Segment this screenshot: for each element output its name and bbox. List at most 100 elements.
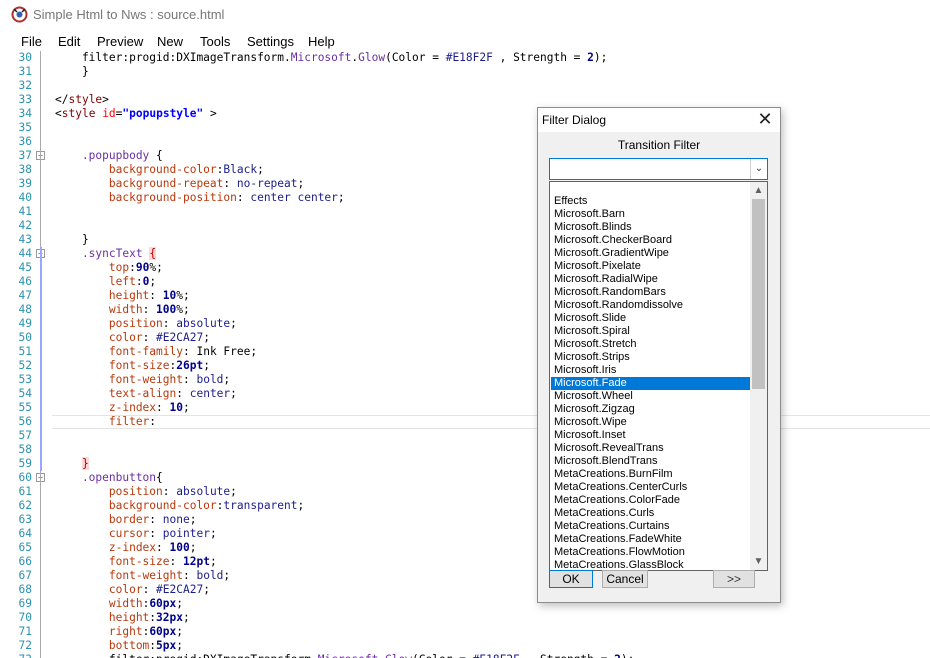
list-scrollbar[interactable]: ▲ ▼ (750, 182, 767, 570)
code-line[interactable]: 50 color: #E2CA27; (0, 331, 930, 345)
code-line[interactable]: 48 width: 100%; (0, 303, 930, 317)
code-line[interactable]: 44− .syncText { (0, 247, 930, 261)
code-line[interactable]: 32 (0, 79, 930, 93)
menu-tools[interactable]: Tools (200, 34, 230, 49)
list-item[interactable]: Microsoft.RadialWipe (551, 273, 751, 286)
code-line[interactable]: 34 <style id="popupstyle" > (0, 107, 930, 121)
code-line[interactable]: 70 height:32px; (0, 611, 930, 625)
list-item[interactable]: MetaCreations.FadeWhite (551, 533, 751, 546)
menu-new[interactable]: New (157, 34, 183, 49)
code-line[interactable]: 31 } (0, 65, 930, 79)
list-item[interactable]: MetaCreations.BurnFilm (551, 468, 751, 481)
code-line[interactable]: 64 cursor: pointer; (0, 527, 930, 541)
more-button[interactable]: >> (713, 570, 755, 588)
code-text: color: #E2CA27; (55, 331, 210, 344)
code-line[interactable]: 65 z-index: 100; (0, 541, 930, 555)
menu-preview[interactable]: Preview (97, 34, 143, 49)
list-item[interactable]: Microsoft.Fade (551, 377, 751, 390)
code-line[interactable]: 62 background-color:transparent; (0, 499, 930, 513)
list-item[interactable]: Microsoft.Spiral (551, 325, 751, 338)
menu-settings[interactable]: Settings (247, 34, 294, 49)
list-item[interactable]: Microsoft.RevealTrans (551, 442, 751, 455)
code-line[interactable]: 30 filter:progid:DXImageTransform.Micros… (0, 51, 930, 65)
code-line[interactable]: 55 z-index: 10; (0, 401, 930, 415)
code-line[interactable]: 51 font-family: Ink Free; (0, 345, 930, 359)
code-line[interactable]: 58 (0, 443, 930, 457)
chevron-down-icon[interactable]: ⌄ (750, 159, 767, 179)
code-line[interactable]: 54 text-align: center; (0, 387, 930, 401)
list-item[interactable]: Microsoft.Wipe (551, 416, 751, 429)
menu-help[interactable]: Help (308, 34, 335, 49)
list-item[interactable]: MetaCreations.CenterCurls (551, 481, 751, 494)
code-line[interactable]: 69 width:60px; (0, 597, 930, 611)
list-item[interactable]: Microsoft.BlendTrans (551, 455, 751, 468)
list-item[interactable]: Microsoft.Wheel (551, 390, 751, 403)
code-text: .openbutton{ (55, 471, 163, 484)
code-line[interactable]: 43 } (0, 233, 930, 247)
code-line[interactable]: 71 right:60px; (0, 625, 930, 639)
code-line[interactable]: 68 color: #E2CA27; (0, 583, 930, 597)
line-number: 64 (18, 527, 32, 540)
code-line[interactable]: 38 background-color:Black; (0, 163, 930, 177)
ok-button[interactable]: OK (549, 570, 593, 588)
code-line[interactable]: 33 </style> (0, 93, 930, 107)
code-line[interactable]: 46 left:0; (0, 275, 930, 289)
line-number: 61 (18, 485, 32, 498)
list-item[interactable]: MetaCreations.Curls (551, 507, 751, 520)
code-line[interactable]: 66 font-size: 12pt; (0, 555, 930, 569)
code-line[interactable]: 35 (0, 121, 930, 135)
code-line[interactable]: 52 font-size:26pt; (0, 359, 930, 373)
menu-edit[interactable]: Edit (58, 34, 80, 49)
code-line[interactable]: 49 position: absolute; (0, 317, 930, 331)
scroll-down-icon[interactable]: ▼ (750, 553, 767, 570)
code-line[interactable]: 45 top:90%; (0, 261, 930, 275)
code-line[interactable]: 61 position: absolute; (0, 485, 930, 499)
close-icon[interactable]: ✕ (754, 110, 776, 130)
code-line[interactable]: 42 (0, 219, 930, 233)
list-item[interactable]: MetaCreations.Curtains (551, 520, 751, 533)
code-line[interactable]: 40 background-position: center center; (0, 191, 930, 205)
code-line[interactable]: 37− .popupbody { (0, 149, 930, 163)
code-line[interactable]: 36 (0, 135, 930, 149)
code-line[interactable]: 63 border: none; (0, 513, 930, 527)
list-item[interactable]: Microsoft.Inset (551, 429, 751, 442)
list-item[interactable]: Microsoft.Slide (551, 312, 751, 325)
list-item[interactable]: Microsoft.Randomdissolve (551, 299, 751, 312)
code-line[interactable]: 67 font-weight: bold; (0, 569, 930, 583)
list-item[interactable]: Microsoft.Zigzag (551, 403, 751, 416)
list-item[interactable]: Microsoft.Iris (551, 364, 751, 377)
code-line[interactable]: 56 filter: (0, 415, 930, 429)
code-line[interactable]: 72 bottom:5px; (0, 639, 930, 653)
code-line[interactable]: 59 } (0, 457, 930, 471)
code-line[interactable]: 57 (0, 429, 930, 443)
list-item[interactable]: Microsoft.RandomBars (551, 286, 751, 299)
list-item[interactable]: Microsoft.Pixelate (551, 260, 751, 273)
code-text: font-size:26pt; (55, 359, 210, 372)
list-item[interactable]: Microsoft.CheckerBoard (551, 234, 751, 247)
list-item[interactable]: MetaCreations.ColorFade (551, 494, 751, 507)
list-item[interactable]: Microsoft.Barn (551, 208, 751, 221)
transition-filter-combo[interactable]: ⌄ (549, 158, 768, 180)
line-number: 59 (18, 457, 32, 470)
list-item[interactable]: MetaCreations.FlowMotion (551, 546, 751, 559)
scroll-thumb[interactable] (752, 199, 765, 389)
list-item[interactable] (551, 182, 751, 195)
filter-dropdown-list[interactable]: MetaCreations.GlassBlock MetaCreations.Fl… (549, 181, 768, 571)
code-line[interactable]: 73 filter:progid:DXImageTransform.Micros… (0, 653, 930, 658)
list-item[interactable]: Microsoft.Stretch (551, 338, 751, 351)
code-editor[interactable]: 30 filter:progid:DXImageTransform.Micros… (0, 51, 930, 658)
list-item[interactable]: Microsoft.GradientWipe (551, 247, 751, 260)
code-line[interactable]: 47 height: 10%; (0, 289, 930, 303)
list-item[interactable]: Effects (551, 195, 751, 208)
list-item[interactable]: Microsoft.Blinds (551, 221, 751, 234)
code-line[interactable]: 60− .openbutton{ (0, 471, 930, 485)
list-item[interactable]: Microsoft.Strips (551, 351, 751, 364)
cancel-button[interactable]: Cancel (602, 570, 648, 588)
menu-file[interactable]: File (21, 34, 42, 49)
code-line[interactable]: 41 (0, 205, 930, 219)
line-number: 60 (18, 471, 32, 484)
scroll-up-icon[interactable]: ▲ (750, 182, 767, 199)
code-line[interactable]: 39 background-repeat: no-repeat; (0, 177, 930, 191)
code-line[interactable]: 53 font-weight: bold; (0, 373, 930, 387)
line-number: 58 (18, 443, 32, 456)
